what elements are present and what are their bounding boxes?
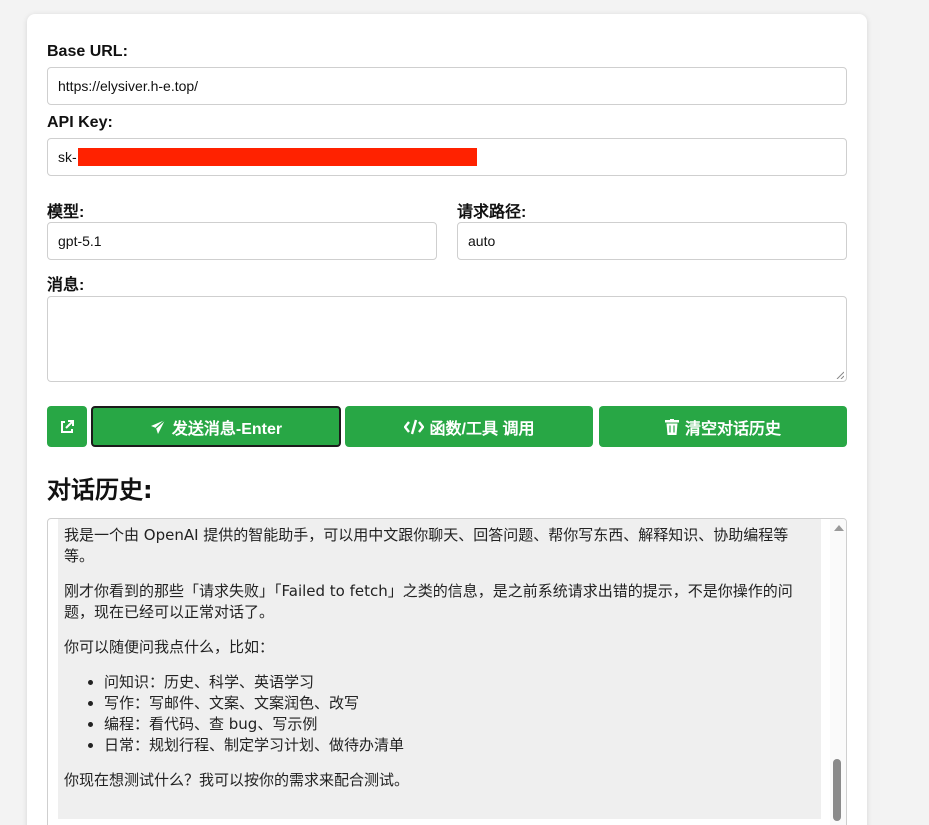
- trash-icon: [664, 418, 679, 435]
- message-paragraph: 你可以随便问我点什么，比如：: [64, 638, 275, 656]
- message-textarea[interactable]: [47, 296, 847, 382]
- clear-history-button[interactable]: 清空对话历史: [599, 406, 847, 447]
- function-call-button[interactable]: 函数/工具 调用: [345, 406, 593, 447]
- message-paragraph: 你现在想测试什么？我可以按你的需求来配合测试。: [64, 771, 410, 789]
- external-link-icon: [61, 419, 74, 433]
- message-paragraph: 我是一个由 OpenAI 提供的智能助手，可以用中文跟你聊天、回答问题、帮你写东…: [64, 526, 789, 565]
- request-path-input[interactable]: auto: [457, 222, 847, 260]
- history-scrollbar[interactable]: [830, 519, 846, 825]
- list-item: 问知识：历史、科学、英语学习: [104, 672, 815, 693]
- model-label: 模型:: [47, 204, 85, 221]
- api-key-label: API Key:: [47, 114, 113, 131]
- history-title: 对话历史:: [47, 476, 153, 504]
- message-paragraph: 刚才你看到的那些「请求失败」「Failed to fetch」之类的信息，是之前…: [64, 582, 793, 621]
- message-list: 问知识：历史、科学、英语学习 写作：写邮件、文案、文案润色、改写 编程：看代码、…: [64, 672, 815, 756]
- code-icon: [403, 419, 424, 434]
- base-url-label: Base URL:: [47, 43, 128, 60]
- send-message-label: 发送消息-Enter: [171, 420, 283, 438]
- list-item: 编程：看代码、查 bug、写示例: [104, 714, 815, 735]
- message-label: 消息:: [47, 277, 85, 294]
- model-input[interactable]: gpt-5.1: [47, 222, 437, 260]
- paper-plane-icon: [150, 419, 166, 434]
- api-key-redaction: [78, 148, 477, 166]
- scroll-up-arrow-icon[interactable]: [834, 525, 844, 531]
- list-item: 日常：规划行程、制定学习计划、做待办清单: [104, 735, 815, 756]
- assistant-message: 我是一个由 OpenAI 提供的智能助手，可以用中文跟你聊天、回答问题、帮你写东…: [58, 519, 821, 819]
- open-external-button[interactable]: [47, 406, 87, 447]
- function-call-label: 函数/工具 调用: [429, 420, 535, 438]
- scrollbar-thumb[interactable]: [833, 759, 841, 821]
- history-panel[interactable]: 我是一个由 OpenAI 提供的智能助手，可以用中文跟你聊天、回答问题、帮你写东…: [47, 518, 847, 825]
- list-item: 写作：写邮件、文案、文案润色、改写: [104, 693, 815, 714]
- send-message-button[interactable]: 发送消息-Enter: [91, 406, 341, 447]
- clear-history-label: 清空对话历史: [684, 420, 781, 438]
- base-url-input[interactable]: https://elysiver.h-e.top/: [47, 67, 847, 105]
- resize-grip-icon[interactable]: [836, 371, 844, 379]
- request-path-label: 请求路径:: [457, 204, 527, 221]
